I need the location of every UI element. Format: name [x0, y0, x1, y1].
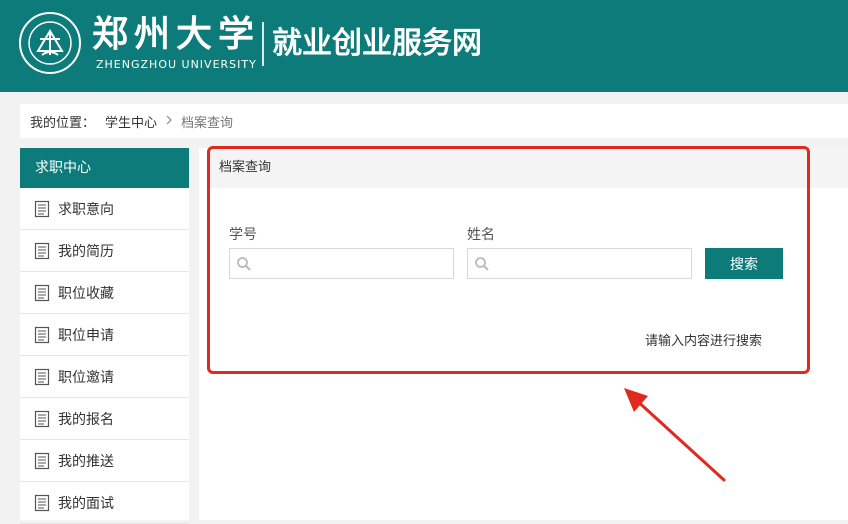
document-list-icon	[34, 200, 50, 217]
document-list-icon	[34, 452, 50, 469]
sidebar-item-my-resume[interactable]: 我的简历	[20, 230, 189, 272]
document-list-icon	[34, 410, 50, 427]
name-label: 姓名	[467, 227, 495, 243]
document-list-icon	[34, 368, 50, 385]
university-logo-english: ZHENGZHOU UNIVERSITY	[96, 58, 257, 71]
sidebar-item-label: 职位收藏	[58, 285, 114, 302]
logo-divider	[262, 22, 264, 66]
sidebar-item-label: 我的简历	[58, 243, 114, 260]
name-field[interactable]	[467, 248, 692, 279]
name-input[interactable]	[494, 249, 687, 278]
sidebar-item-label: 我的报名	[58, 411, 114, 428]
sidebar-item-label: 求职意向	[58, 201, 114, 218]
student-id-field[interactable]	[229, 248, 454, 279]
archive-query-panel: 档案查询 学号 姓名 搜索 请输入内容进行搜索	[199, 148, 848, 520]
breadcrumb-label: 我的位置：	[30, 115, 96, 131]
sidebar-item-job-favorites[interactable]: 职位收藏	[20, 272, 189, 314]
sidebar-item-job-intention[interactable]: 求职意向	[20, 188, 189, 230]
document-list-icon	[34, 242, 50, 259]
search-hint: 请输入内容进行搜索	[645, 334, 763, 349]
search-icon	[237, 257, 251, 271]
sidebar-item-label: 我的推送	[58, 453, 114, 470]
search-icon	[475, 257, 489, 271]
sidebar-item-job-applications[interactable]: 职位申请	[20, 314, 189, 356]
student-id-input[interactable]	[256, 249, 449, 278]
sidebar-item-label: 职位申请	[58, 327, 114, 344]
search-button[interactable]: 搜索	[705, 248, 783, 279]
document-list-icon	[34, 284, 50, 301]
chevron-right-icon	[165, 114, 173, 128]
sidebar: 求职中心 求职意向 我的简历 职位收藏 职位申请 职位邀请 我的报名 我的推送 …	[20, 148, 189, 524]
sidebar-item-my-push[interactable]: 我的推送	[20, 440, 189, 482]
document-list-icon	[34, 494, 50, 511]
sidebar-item-label: 我的面试	[58, 495, 114, 512]
sidebar-item-job-invitations[interactable]: 职位邀请	[20, 356, 189, 398]
breadcrumb-link-student-center[interactable]: 学生中心	[105, 112, 157, 131]
breadcrumb-current: 档案查询	[181, 115, 234, 131]
panel-title: 档案查询	[209, 148, 848, 188]
student-id-label: 学号	[229, 227, 257, 243]
sidebar-title[interactable]: 求职中心	[20, 148, 189, 188]
university-logo-chinese[interactable]: 郑州大学	[92, 12, 262, 56]
site-header: 郑州大学 ZHENGZHOU UNIVERSITY 就业创业服务网	[0, 0, 848, 92]
sidebar-item-my-registrations[interactable]: 我的报名	[20, 398, 189, 440]
site-title[interactable]: 就业创业服务网	[272, 24, 482, 64]
breadcrumb: 我的位置： 学生中心 档案查询	[20, 104, 848, 138]
document-list-icon	[34, 326, 50, 343]
university-seal-icon[interactable]	[18, 11, 82, 75]
sidebar-item-label: 职位邀请	[58, 369, 114, 386]
sidebar-item-my-interviews[interactable]: 我的面试	[20, 482, 189, 524]
